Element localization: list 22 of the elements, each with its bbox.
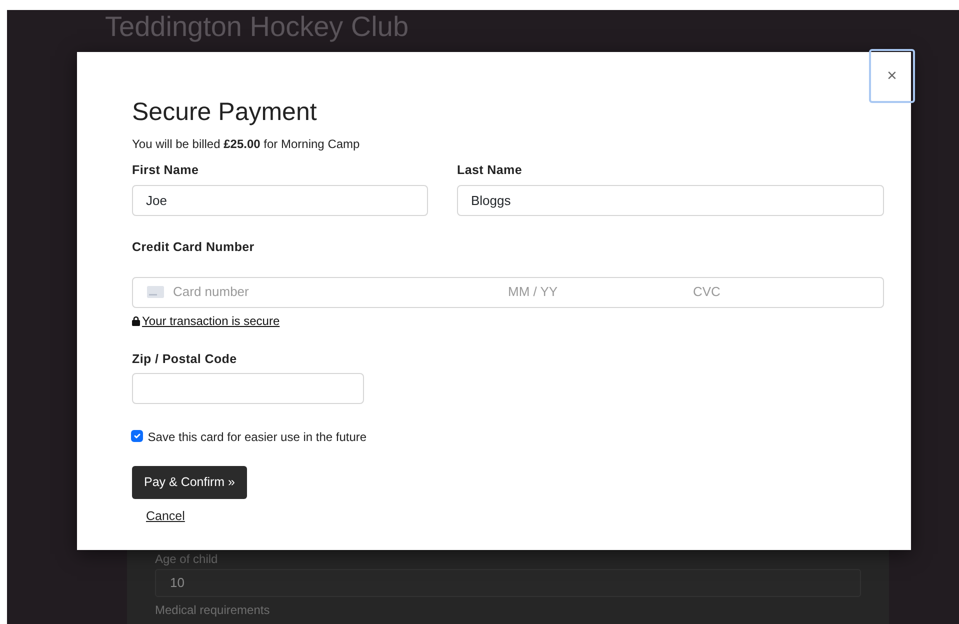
first-name-field[interactable]: Joe (132, 184, 428, 216)
close-button[interactable]: × (869, 49, 915, 103)
checkbox-label: Save this card for easier use in the future (148, 429, 367, 446)
field-label: Last Name (457, 162, 524, 179)
field-label: Credit Card Number (132, 238, 256, 256)
field-label: First Name (132, 162, 200, 179)
field-label: Zip / Postal Code (132, 350, 238, 368)
last-name-field[interactable]: Bloggs (457, 184, 884, 216)
save-card-checkbox[interactable] (131, 430, 143, 442)
cancel-link[interactable]: Cancel (146, 507, 185, 526)
field-label: Medical requirements (155, 602, 271, 618)
input-field[interactable]: 10 (155, 569, 861, 597)
dialog-title: Secure Payment (132, 97, 318, 127)
lock-icon (132, 316, 140, 326)
secure-transaction-link[interactable]: Your transaction is secure (142, 312, 280, 330)
credit-card-icon (147, 286, 164, 298)
page-title: Teddington Hockey Club (105, 10, 410, 43)
card-details-field[interactable]: Card number MM / YY CVC (132, 276, 884, 308)
pay-confirm-button[interactable]: Pay & Confirm » (132, 466, 248, 499)
field-label: Age of child (155, 552, 219, 566)
zip-code-field[interactable] (132, 373, 364, 404)
billing-text: You will be billed £25.00 for Morning Camp (132, 136, 361, 153)
